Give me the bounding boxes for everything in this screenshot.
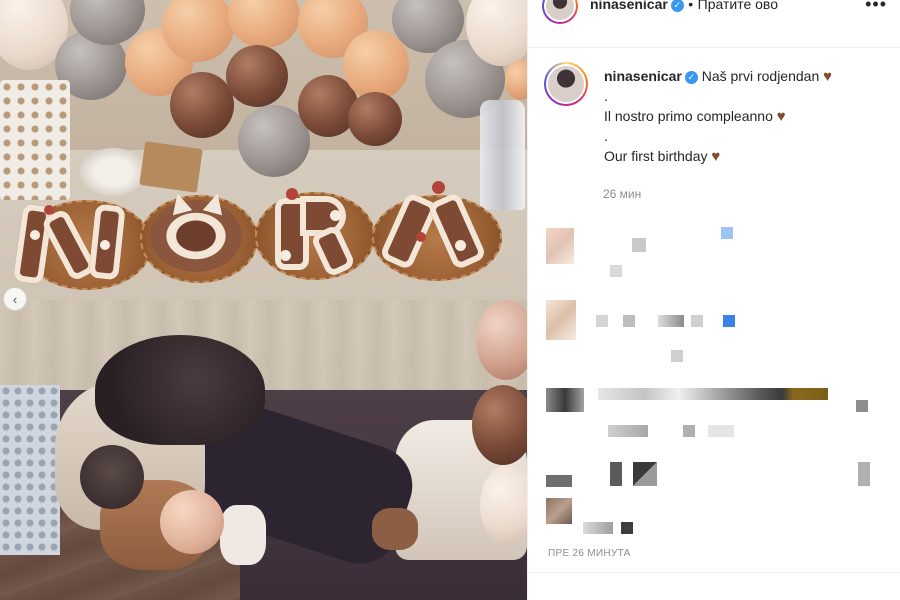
blurred-block (858, 462, 870, 486)
blurred-block (546, 475, 572, 487)
cake-rose (432, 181, 445, 194)
username-link[interactable]: ninasenicar (590, 0, 668, 12)
blurred-block (598, 388, 828, 400)
caption-time: 26 мин (603, 187, 642, 201)
blurred-block (623, 315, 635, 327)
baby-shoes (220, 505, 266, 565)
blurred-block (723, 315, 735, 327)
heart-icon: ♥ (776, 108, 786, 125)
caption-line-2: . (604, 88, 608, 104)
blurred-block (691, 315, 703, 327)
balloon (476, 300, 527, 380)
post-timestamp: ПРЕ 26 МИНУТА (548, 548, 631, 559)
bottle (480, 100, 525, 210)
caption-text-1: Naš prvi rodjendan (701, 68, 820, 84)
separator-dot: • (688, 0, 694, 12)
blurred-block (856, 400, 868, 412)
cake-rose (286, 188, 298, 200)
cake-cream (100, 240, 110, 250)
verified-icon: ✓ (670, 0, 684, 12)
blurred-block (721, 227, 733, 239)
balloon (343, 30, 409, 100)
caption-username[interactable]: ninasenicar (604, 68, 682, 84)
blurred-block (632, 238, 646, 252)
blurred-block (608, 425, 648, 437)
blurred-block (610, 462, 622, 486)
balloon (505, 60, 527, 100)
gift-bag (0, 80, 70, 200)
avatar[interactable] (542, 0, 578, 24)
blurred-block (621, 522, 633, 534)
cake-letter-o (150, 200, 242, 272)
caption-line-4: . (604, 128, 608, 144)
caption-avatar-image (546, 64, 586, 104)
blurred-block (671, 350, 683, 362)
blurred-block (683, 425, 695, 437)
blurred-block (633, 462, 657, 486)
comment-bar (528, 572, 900, 600)
napkins (139, 141, 203, 193)
more-options-icon[interactable]: ••• (865, 0, 887, 15)
verified-icon: ✓ (684, 71, 698, 84)
blurred-block (610, 265, 622, 277)
blurred-avatar (546, 300, 576, 340)
post-header: ninasenicar ✓ • Пратите ово ••• (528, 0, 900, 48)
cake-cream (330, 210, 341, 221)
post-side-panel: ninasenicar ✓ • Пратите ово ••• ninasenic… (527, 0, 900, 600)
floor-balloon (160, 490, 224, 554)
cake-cream (280, 250, 291, 261)
heart-icon: ♥ (711, 148, 721, 165)
heart-icon: ♥ (823, 68, 833, 85)
caption-line-1: ninasenicar ✓ Naš prvi rodjendan ♥ (604, 66, 884, 86)
balloon (226, 45, 288, 107)
cake-cream (30, 230, 40, 240)
blurred-block (583, 522, 613, 534)
balloon (170, 72, 234, 138)
person-hair (95, 335, 265, 445)
balloon (472, 385, 527, 465)
caption-avatar[interactable] (544, 62, 588, 106)
caption-body: ninasenicar ✓ Naš prvi rodjendan ♥ . Il n… (604, 66, 884, 166)
gift-bag-blue (0, 385, 60, 555)
caption-line-5: Our first birthday ♥ (604, 146, 884, 166)
baby-head (80, 445, 144, 509)
cake-cream (455, 240, 466, 251)
caption-text-5: Our first birthday (604, 148, 708, 164)
cake-rose (416, 232, 426, 242)
avatar-image (544, 0, 576, 22)
caption-line-3: Il nostro primo compleanno ♥ (604, 106, 884, 126)
post-photo[interactable]: ‹ (0, 0, 527, 600)
header-user: ninasenicar ✓ • Пратите ово (590, 0, 778, 14)
balloon (348, 92, 402, 146)
balloon (480, 465, 527, 545)
plates (80, 148, 146, 196)
follow-button[interactable]: Пратите ово (698, 0, 778, 12)
blurred-avatar (546, 228, 574, 264)
blurred-block (658, 315, 684, 327)
person-shoe (372, 508, 418, 550)
carousel-prev-icon[interactable]: ‹ (3, 287, 27, 311)
caption-text-3: Il nostro primo compleanno (604, 108, 773, 124)
blurred-avatar (546, 498, 572, 524)
blurred-block (708, 425, 734, 437)
cake-rose (44, 205, 54, 215)
blurred-block (596, 315, 608, 327)
blurred-block (546, 388, 584, 412)
